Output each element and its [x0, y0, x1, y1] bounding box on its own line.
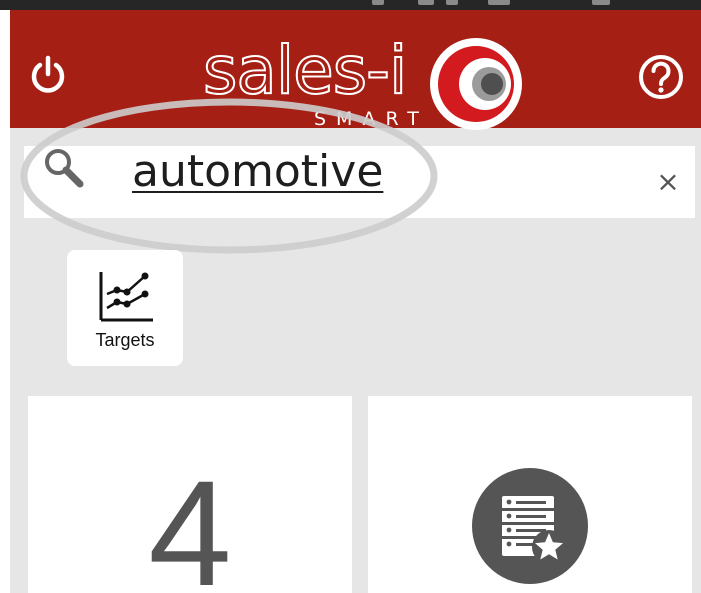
status-bar-icon — [446, 0, 458, 5]
status-bar-icon — [592, 0, 610, 5]
app-container: sales-i SMART automotive × Targets 4 — [10, 10, 701, 593]
starred-list-icon — [472, 468, 588, 584]
favourites-card[interactable] — [368, 396, 692, 593]
power-icon — [31, 55, 65, 93]
targets-shortcut[interactable]: Targets — [67, 250, 183, 366]
help-button[interactable] — [638, 54, 684, 100]
search-input[interactable]: automotive — [132, 150, 383, 194]
search-icon — [45, 149, 84, 188]
count-card[interactable]: 4 — [28, 396, 352, 593]
power-button[interactable] — [28, 54, 68, 94]
trend-chart-icon — [99, 272, 153, 322]
targets-label: Targets — [95, 330, 155, 350]
help-icon — [639, 55, 683, 99]
screen: sales-i SMART automotive × Targets 4 — [0, 0, 701, 593]
status-bar — [0, 0, 701, 10]
sales-i-eye-logo-icon — [430, 38, 522, 130]
status-bar-icon — [372, 0, 384, 5]
status-bar-icon — [488, 0, 510, 5]
count-value: 4 — [148, 449, 232, 593]
status-bar-icon — [418, 0, 434, 5]
clear-search-button[interactable]: × — [650, 164, 686, 200]
